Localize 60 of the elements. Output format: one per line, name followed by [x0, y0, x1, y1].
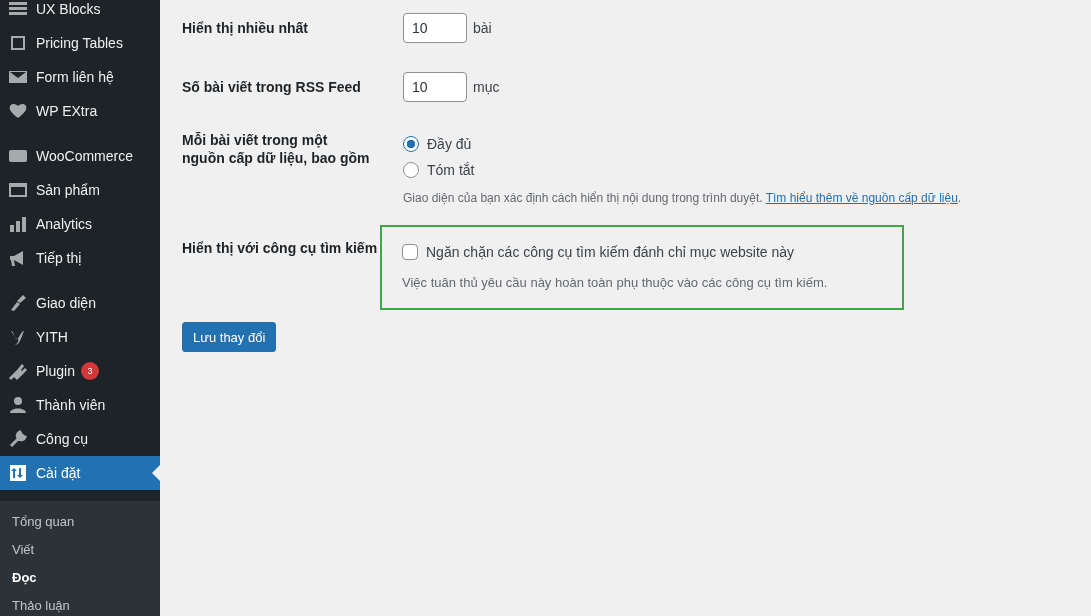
menu-label: Thành viên: [36, 397, 106, 413]
menu-label: Cài đặt: [36, 465, 81, 481]
menu-label: Tiếp thị: [36, 250, 82, 266]
sidebar-item[interactable]: UX Blocks: [0, 0, 160, 26]
box-icon: [8, 180, 28, 200]
user-icon: [8, 395, 28, 415]
update-count-badge: 3: [80, 362, 99, 380]
menu-label: UX Blocks: [36, 1, 101, 17]
submenu-item[interactable]: Đọc: [0, 564, 160, 592]
radio-label: Đầy đủ: [427, 136, 472, 152]
chart-icon: [8, 214, 28, 234]
menu-label: WP EXtra: [36, 103, 98, 119]
setting-label: Mỗi bài viết trong một nguồn cấp dữ liệu, bao gồm: [182, 131, 371, 168]
save-changes-button[interactable]: Lưu thay đổi: [182, 322, 277, 352]
checkbox[interactable]: [402, 244, 418, 260]
learn-more-link[interactable]: Tìm hiểu thêm về nguồn cấp dữ liệu: [765, 191, 958, 205]
submenu-item[interactable]: Tổng quan: [0, 508, 160, 536]
menu-label: WooCommerce: [36, 148, 133, 164]
menu-label: Công cụ: [36, 431, 89, 447]
menu-label: Sản phẩm: [36, 182, 100, 198]
submenu-item[interactable]: Viết: [0, 536, 160, 564]
menu-label: Giao diện: [36, 295, 96, 311]
table-icon: [8, 33, 28, 53]
sidebar-item[interactable]: Analytics: [0, 207, 160, 241]
sidebar-item[interactable]: Giao diện: [0, 286, 160, 320]
description-text: Việc tuân thủ yêu cầu này hoàn toàn phụ thuộc vào các công cụ tìm kiếm.: [402, 275, 829, 290]
sidebar-item[interactable]: WP EXtra: [0, 94, 160, 128]
sidebar-item[interactable]: Công cụ: [0, 422, 160, 456]
submenu-item[interactable]: Thảo luận: [0, 592, 160, 616]
plug-icon: [8, 361, 28, 381]
radio-label: Tóm tắt: [427, 162, 475, 178]
radio-button[interactable]: [403, 162, 419, 178]
brush-icon: [8, 293, 28, 313]
wrench-icon: [8, 429, 28, 449]
sidebar-item[interactable]: Tiếp thị: [0, 241, 160, 275]
setting-label: Hiển thị nhiều nhất: [182, 19, 309, 37]
sidebar-item[interactable]: Plugin 3: [0, 354, 160, 388]
radio-button[interactable]: [403, 136, 419, 152]
menu-label: YITH: [36, 329, 68, 345]
menu-label: Analytics: [36, 216, 93, 232]
sidebar-item[interactable]: Pricing Tables: [0, 26, 160, 60]
setting-label: Số bài viết trong RSS Feed: [182, 78, 362, 96]
sidebar-item[interactable]: Form liên hệ: [0, 60, 160, 94]
menu-label: Plugin: [36, 363, 75, 379]
number-field[interactable]: 10: [403, 72, 467, 102]
unit-label: mục: [473, 79, 500, 95]
settings-icon: [8, 463, 28, 483]
heart-icon: [8, 101, 28, 121]
description-text: Giao diện của bạn xác định cách hiển thị nội dung trong trình duyệt. Tìm hiểu thêm về nguồn cấp dữ liệu.: [403, 191, 963, 205]
sidebar-item[interactable]: Cài đặt: [0, 456, 160, 490]
setting-label: Hiển thị với công cụ tìm kiếm: [182, 239, 379, 258]
unit-label: bài: [473, 20, 492, 36]
checkbox-label: Ngăn chặn các công cụ tìm kiếm đánh chỉ mục website này: [426, 244, 795, 260]
number-field[interactable]: 10: [403, 13, 467, 43]
sidebar-item[interactable]: WooCommerce: [0, 139, 160, 173]
sidebar-item[interactable]: Sản phẩm: [0, 173, 160, 207]
sidebar-item[interactable]: YITH: [0, 320, 160, 354]
menu-label: Form liên hệ: [36, 69, 114, 85]
menu-label: Pricing Tables: [36, 35, 123, 51]
sidebar-item[interactable]: Thành viên: [0, 388, 160, 422]
